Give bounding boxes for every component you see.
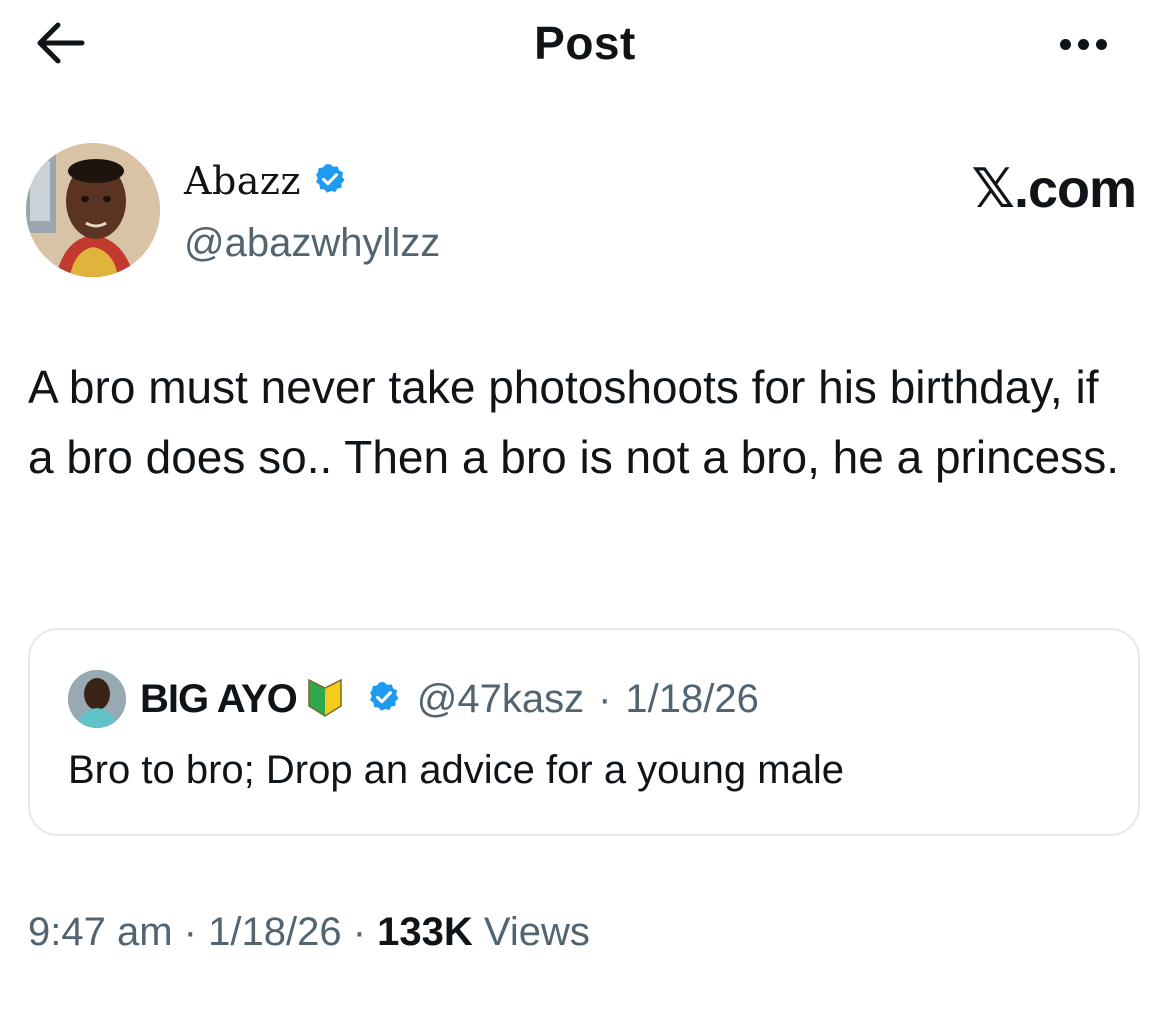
post-metadata: 9:47 am · 1/18/26 · 133K Views <box>28 910 590 955</box>
verified-badge-icon <box>367 680 401 719</box>
quoted-author-avatar[interactable] <box>68 670 126 728</box>
meta-separator: · <box>352 910 367 954</box>
quoted-post[interactable]: BIG AYO @47kasz · 1/18/26 Bro to bro; Dr… <box>28 628 1140 836</box>
more-options-button[interactable] <box>1048 22 1118 66</box>
top-bar: Post <box>0 0 1170 90</box>
author-handle[interactable]: @abazwhyllzz <box>184 221 440 266</box>
quoted-author-name: BIG AYO <box>140 676 298 721</box>
quoted-post-text: Bro to bro; Drop an advice for a young m… <box>68 748 844 792</box>
author-name-row: Abazz <box>184 159 347 203</box>
author-name[interactable]: Abazz <box>184 159 301 203</box>
quoted-author-handle: @47kasz <box>416 676 585 721</box>
more-horizontal-icon <box>1059 38 1071 50</box>
page-title: Post <box>534 17 636 69</box>
meta-separator: · <box>598 676 612 721</box>
x-logo: 𝕏.com <box>971 159 1137 219</box>
views-count[interactable]: 133K <box>377 910 473 954</box>
views-label[interactable]: Views <box>484 910 590 954</box>
post-date[interactable]: 1/18/26 <box>208 910 341 954</box>
quoted-post-header: BIG AYO @47kasz · 1/18/26 <box>68 670 759 728</box>
post-author: Abazz @abazwhyllzz 𝕏.com <box>26 143 1137 283</box>
meta-separator: · <box>183 910 197 954</box>
beginner-shield-emoji-icon <box>307 676 343 723</box>
verified-badge-icon <box>313 162 347 201</box>
post-time[interactable]: 9:47 am <box>28 910 173 954</box>
author-avatar[interactable] <box>26 143 160 277</box>
post-text: A bro must never take photoshoots for hi… <box>28 361 1120 483</box>
quoted-post-date: 1/18/26 <box>625 676 759 721</box>
